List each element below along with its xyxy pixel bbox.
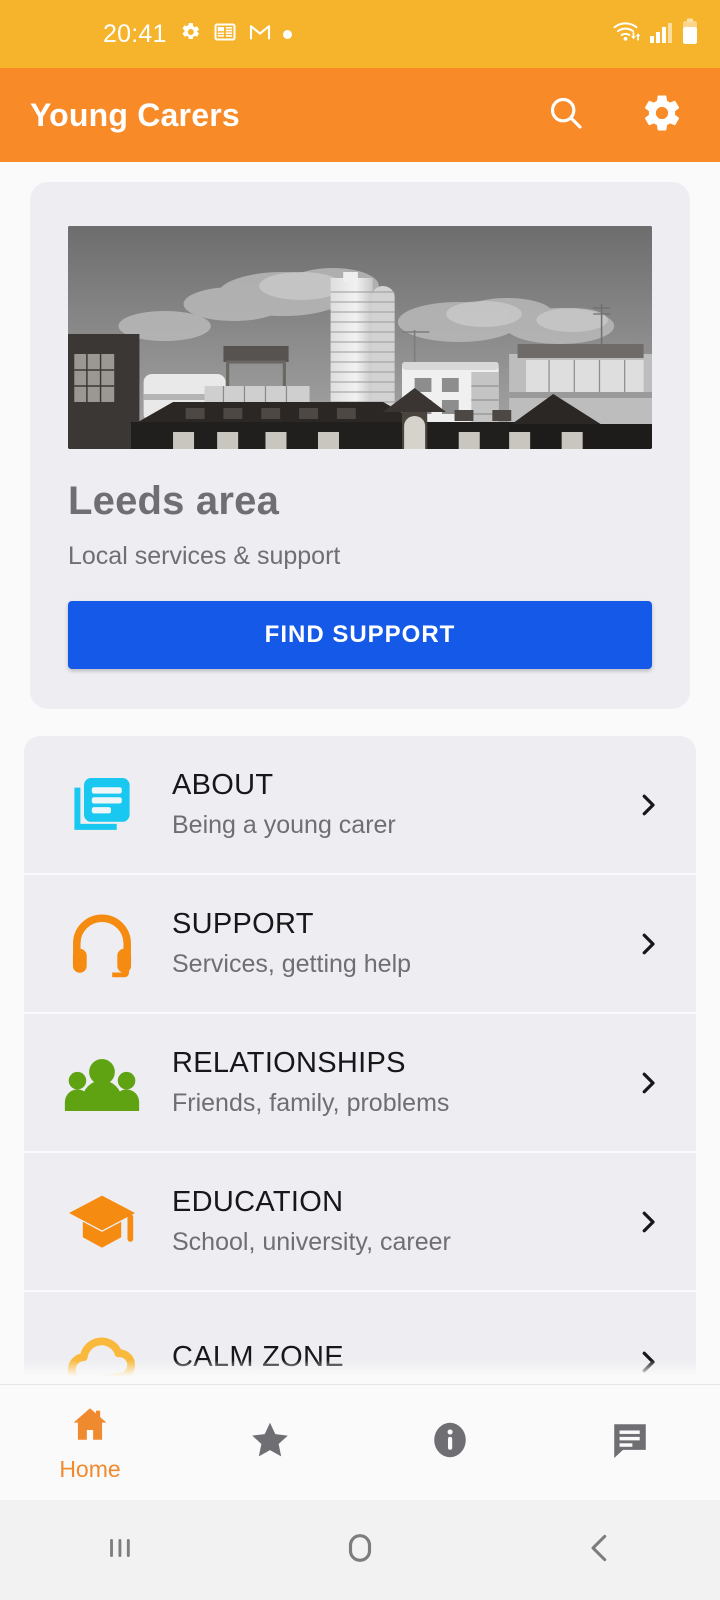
recents-button[interactable] [0, 1530, 240, 1571]
back-button[interactable] [480, 1529, 720, 1572]
news-widget-icon [213, 20, 237, 49]
list-item-title: EDUCATION [172, 1186, 344, 1219]
list-item-support[interactable]: SUPPORT Services, getting help [24, 875, 696, 1014]
nav-item-chat[interactable] [540, 1385, 720, 1500]
star-icon [248, 1418, 292, 1467]
chevron-right-icon [630, 929, 666, 959]
list-item-subtitle: Services, getting help [172, 949, 412, 978]
articles-icon [60, 769, 144, 841]
hero-subtitle: Local services & support [68, 542, 341, 570]
search-icon [546, 93, 586, 138]
recents-icon [102, 1530, 138, 1571]
chevron-right-icon [630, 1068, 666, 1098]
chevron-right-icon [630, 1207, 666, 1237]
settings-gear-icon [178, 20, 202, 49]
list-item-subtitle: Being a young carer [172, 810, 396, 839]
chat-icon [608, 1418, 652, 1467]
nav-item-favourites[interactable] [180, 1385, 360, 1500]
list-item-text: RELATIONSHIPS Friends, family, problems [172, 1047, 630, 1117]
home-icon [69, 1403, 111, 1450]
list-item-education[interactable]: EDUCATION School, university, career [24, 1153, 696, 1292]
list-item-text: SUPPORT Services, getting help [172, 908, 630, 978]
back-chevron-icon [581, 1529, 619, 1572]
chevron-right-icon [630, 790, 666, 820]
info-icon [428, 1418, 472, 1467]
nav-item-info[interactable] [360, 1385, 540, 1500]
list-item-title: ABOUT [172, 769, 274, 802]
home-circle-icon [340, 1528, 380, 1573]
status-bar: 20:41 [0, 0, 720, 68]
list-item-text: EDUCATION School, university, career [172, 1186, 630, 1256]
gmail-icon [248, 20, 272, 49]
bottom-navigation: Home [0, 1384, 720, 1500]
wifi-icon [612, 19, 642, 50]
list-item-subtitle: School, university, career [172, 1227, 451, 1256]
graduation-cap-icon [60, 1186, 144, 1258]
app-root: 20:41 Young Carers Leeds area Local serv… [0, 0, 720, 1600]
app-bar-actions [542, 91, 686, 139]
cellular-signal-icon [649, 19, 675, 50]
gear-icon [641, 92, 683, 139]
list-item-relationships[interactable]: RELATIONSHIPS Friends, family, problems [24, 1014, 696, 1153]
app-title: Young Carers [30, 96, 240, 133]
people-group-icon [60, 1047, 144, 1119]
list-item-text: ABOUT Being a young carer [172, 769, 630, 839]
home-button[interactable] [240, 1528, 480, 1573]
nav-item-home[interactable]: Home [0, 1385, 180, 1500]
find-support-button[interactable]: FIND SUPPORT [68, 601, 652, 669]
headset-icon [60, 908, 144, 980]
nav-item-home-label: Home [59, 1455, 121, 1482]
list-item-title: CALM ZONE [172, 1340, 344, 1373]
chevron-right-icon [630, 1347, 666, 1377]
app-bar: Young Carers [0, 68, 720, 162]
status-bar-left: 20:41 [103, 20, 292, 49]
status-bar-right [612, 18, 698, 50]
battery-icon [682, 18, 698, 50]
search-button[interactable] [542, 91, 590, 139]
list-item-title: SUPPORT [172, 908, 314, 941]
list-item-calm-zone[interactable]: CALM ZONE [24, 1292, 696, 1384]
settings-button[interactable] [638, 91, 686, 139]
list-item-text: CALM ZONE [172, 1341, 630, 1382]
list-item-title: RELATIONSHIPS [172, 1047, 406, 1080]
cloud-icon [60, 1326, 144, 1384]
scroll-content[interactable]: Leeds area Local services & support FIND… [0, 162, 720, 1384]
list-item-about[interactable]: ABOUT Being a young carer [24, 736, 696, 875]
list-item-subtitle: Friends, family, problems [172, 1088, 450, 1117]
notification-dot-icon [282, 29, 292, 39]
hero-title: Leeds area [68, 479, 280, 523]
system-navigation-bar [0, 1500, 720, 1600]
leeds-skyline-image [68, 226, 652, 449]
category-list: ABOUT Being a young carer SUPPORT Servic… [24, 736, 696, 1384]
status-bar-clock: 20:41 [103, 19, 167, 48]
leeds-skyline-photo [68, 226, 652, 449]
hero-card: Leeds area Local services & support FIND… [30, 182, 690, 709]
